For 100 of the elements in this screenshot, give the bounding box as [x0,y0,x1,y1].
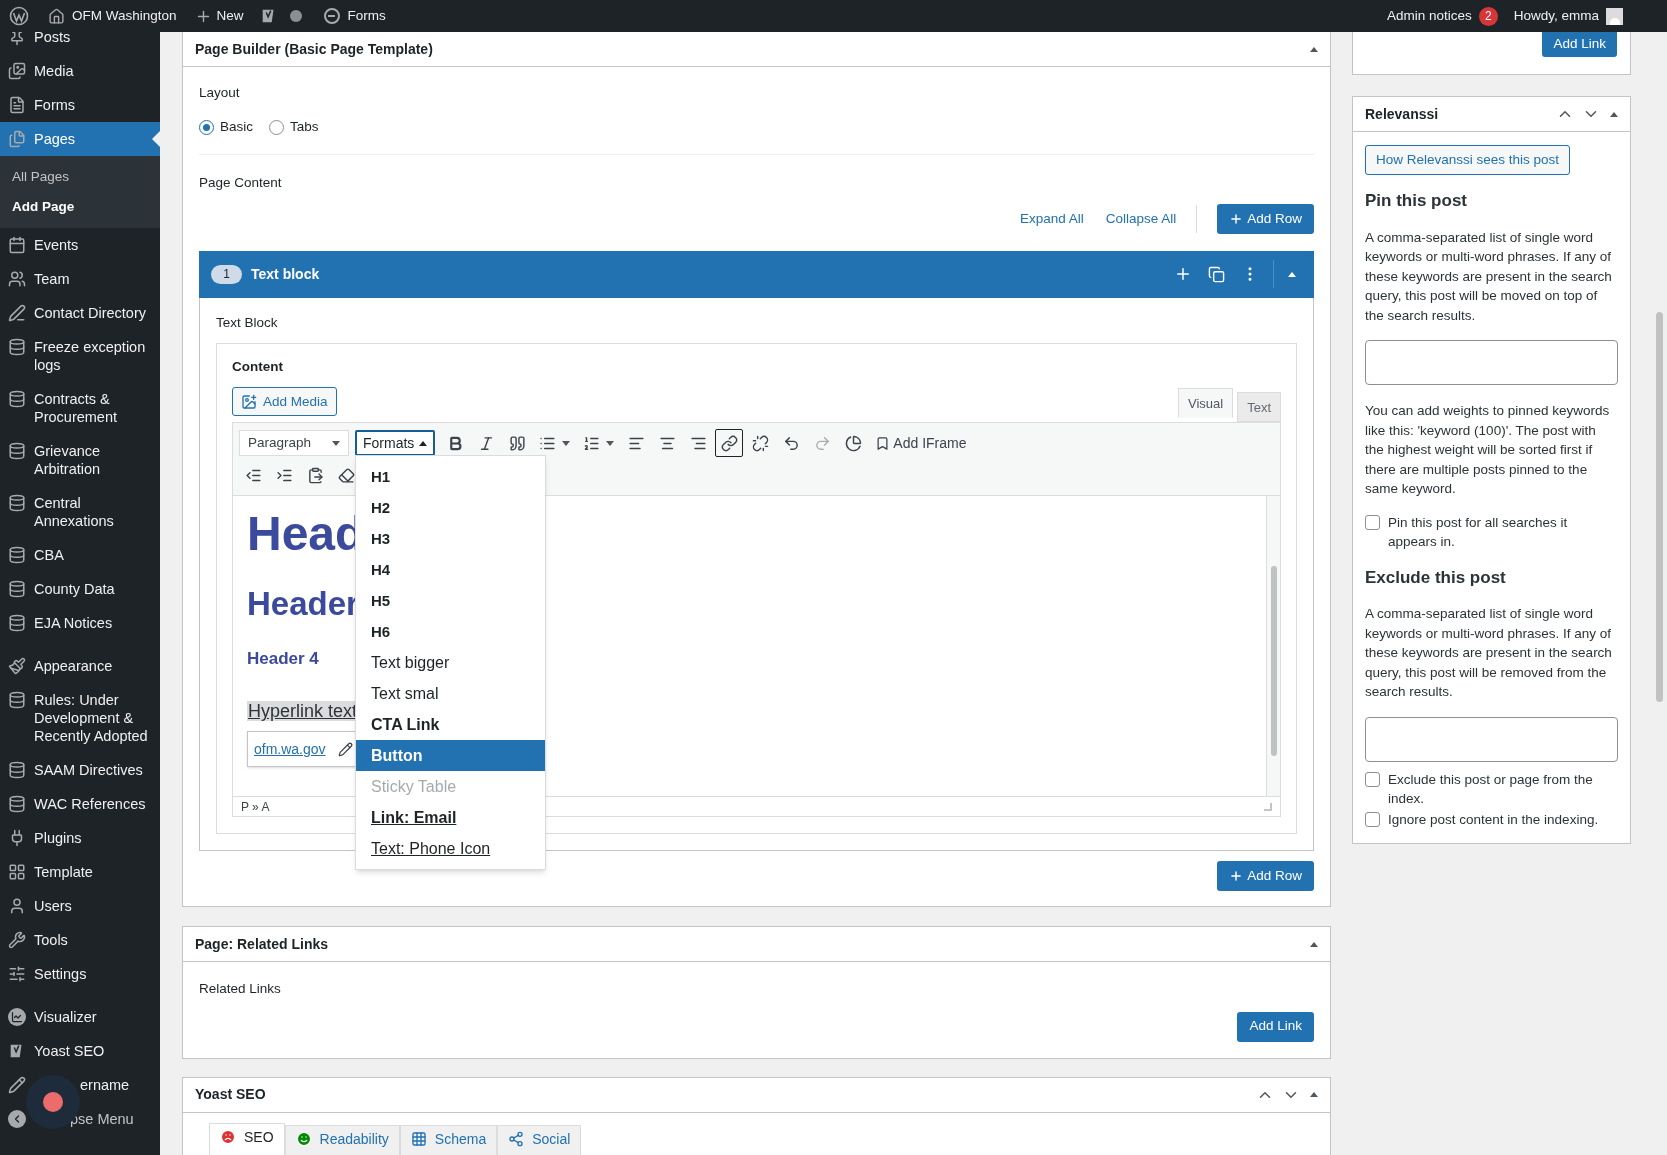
sidebar-item[interactable]: SAAM Directives [0,753,160,787]
add-link-button[interactable]: Add Link [1542,32,1617,57]
seo-tab[interactable]: SEO [209,1122,285,1155]
preview-button[interactable]: How Relevanssi sees this post [1365,145,1571,175]
scrollbar-thumb[interactable] [1270,566,1277,757]
add-row-button[interactable]: Add Row [1217,861,1314,892]
keywords-textarea[interactable] [1365,340,1618,385]
description-text: You can add weights to pinned keywords like this: 'keyword (100)'. The post with the highest weight will be sorted first if there are multiple posts pinned to the same keyword. [1365,402,1611,498]
editor-tab[interactable]: Visual [1177,388,1234,419]
editor-tab[interactable]: Text [1237,392,1281,423]
sidebar-item[interactable]: Freeze exception logs [0,330,160,382]
block-header[interactable]: 1 Text block [199,250,1314,298]
option-checkbox[interactable]: Exclude this post or page from the index. [1365,769,1618,808]
new-link[interactable]: New [216,5,244,27]
format-option[interactable]: Text: Phone Icon [356,833,545,865]
option-checkbox[interactable]: Ignore post content in the indexing. [1365,809,1618,829]
collapse-toggle-icon[interactable] [1610,111,1618,117]
add-media-button[interactable]: Add Media [232,387,337,417]
avatar-icon[interactable] [1606,7,1623,25]
collapse-toggle-icon[interactable] [1310,941,1318,947]
site-name-link[interactable]: OFM Washington [72,5,177,27]
plus-icon [1229,211,1244,226]
format-option[interactable]: H5 [356,585,545,617]
field-label: Text Block [215,313,279,332]
seo-tab[interactable]: Social [497,1124,582,1155]
sidebar-item[interactable]: Settings [0,957,160,991]
collapse-all-link[interactable]: Collapse All [1105,208,1177,229]
sidebar-item[interactable]: Rules: Under Development & Recently Adopted [0,683,160,753]
layout-radio[interactable]: Basic [199,117,253,138]
collapse-toggle-icon[interactable] [1310,46,1318,52]
format-option[interactable]: CTA Link [356,709,545,741]
admin-notices-link[interactable]: Admin notices [1386,5,1472,27]
format-option[interactable]: Text smal [356,678,545,710]
paste-icon [306,466,324,484]
collapse-toggle-icon[interactable] [1310,1092,1318,1097]
sidebar-item[interactable]: Pages [0,122,160,156]
link-button[interactable] [715,429,744,458]
sidebar-item[interactable]: Tools [0,923,160,957]
caret-icon [332,440,340,446]
duplicate-icon[interactable] [1208,265,1225,283]
format-option[interactable]: H3 [356,523,545,555]
sidebar-item[interactable]: Central Annexations [0,486,160,538]
format-option[interactable]: H4 [356,554,545,586]
seo-tab[interactable]: Readability [284,1124,400,1155]
sidebar-item[interactable]: Forms [0,88,160,122]
sidebar-item[interactable]: Media [0,54,160,88]
sidebar-item[interactable]: County Data [0,572,160,606]
sidebar-item[interactable]: Contact Directory [0,296,160,330]
field-label: Page Content [199,173,283,192]
link-url[interactable]: ofm.wa.gov [254,738,326,760]
heading-text: Header [247,584,359,625]
quote-icon [508,434,526,452]
page-scrollbar-thumb[interactable] [1656,312,1663,702]
format-option[interactable]: Link: Email [356,802,545,834]
greeting-link[interactable]: Howdy, emma [1513,5,1599,27]
sidebar-item[interactable]: Users [0,889,160,923]
submenu-item[interactable]: All Pages [0,162,160,192]
sidebar-item[interactable]: ername [0,1068,160,1102]
sidebar-item[interactable]: Plugins [0,821,160,855]
field-label: Layout [199,84,241,102]
sidebar-item[interactable]: Template [0,855,160,889]
sad-face-icon [220,1128,236,1145]
format-option[interactable]: Text bigger [356,647,545,679]
sidebar-item[interactable]: Events [0,228,160,262]
edit-link-icon[interactable] [337,741,353,757]
block-format-select[interactable]: Paragraph [239,430,349,457]
sidebar-item[interactable]: Yoast SEO [0,1034,160,1068]
keywords-textarea[interactable] [1365,716,1618,762]
format-option[interactable]: H1 [356,461,545,493]
format-option[interactable]: Button [356,740,545,772]
heading-text: Header 4 [247,648,319,671]
seo-tab[interactable]: Schema [399,1124,498,1155]
wordpress-logo-icon[interactable] [9,6,29,26]
format-option[interactable]: H6 [356,616,545,648]
formats-dropdown-button[interactable]: Formats [355,430,436,457]
sidebar-item[interactable]: Visualizer [0,1000,160,1034]
option-checkbox[interactable]: Pin this post for all searches it appears in. [1365,512,1618,551]
add-row-button[interactable]: Add Row [1217,203,1314,234]
expand-all-link[interactable]: Expand All [1019,208,1084,229]
format-option[interactable]: H2 [356,492,545,524]
add-iframe-button[interactable]: Add IFrame [870,429,972,458]
eraser-icon [337,466,355,484]
sidebar-item[interactable]: Posts [0,32,160,54]
chart-icon [8,1008,26,1026]
sidebar-item[interactable]: Appearance [0,649,160,683]
sidebar-item[interactable]: Contracts & Procurement [0,382,160,434]
resize-handle-icon[interactable] [1264,802,1272,811]
sidebar-item[interactable]: WAC References [0,787,160,821]
home-icon[interactable] [48,7,65,25]
database-icon [8,761,26,779]
add-link-button[interactable]: Add Link [1237,1011,1314,1042]
submenu-item[interactable]: Add Page [0,192,160,222]
sidebar-item[interactable]: EJA Notices [0,606,160,640]
sidebar-item[interactable]: Team [0,262,160,296]
forms-link[interactable]: Forms [347,5,386,27]
block-number: 1 [211,264,242,284]
panel-title: Page Builder (Basic Page Template) [195,39,434,59]
layout-radio[interactable]: Tabs [269,117,319,138]
sidebar-item[interactable]: CBA [0,538,160,572]
sidebar-item[interactable]: Grievance Arbitration [0,434,160,486]
